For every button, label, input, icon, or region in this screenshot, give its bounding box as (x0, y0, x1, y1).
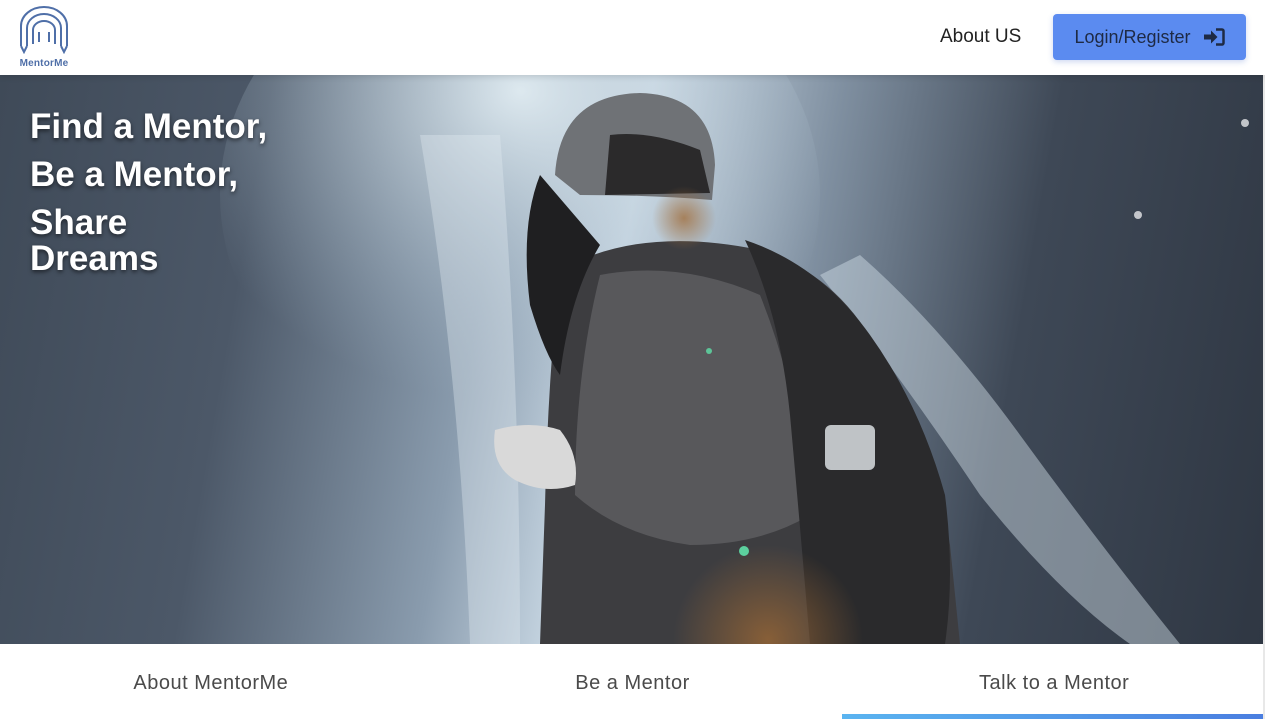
section-tabs: About MentorMe Be a Mentor Talk to a Men… (0, 644, 1265, 719)
tab-talk-to-a-mentor-label: Talk to a Mentor (979, 672, 1130, 694)
top-navbar: MentorMe About US Login/Register (0, 0, 1265, 75)
nav-about-us-link[interactable]: About US (940, 26, 1021, 48)
sign-in-icon (1203, 28, 1225, 46)
logo-text: MentorMe (19, 58, 69, 69)
hero-headline-line-4: Dreams (30, 239, 159, 278)
hero-headline-line-1: Find a Mentor, (30, 107, 268, 146)
tab-be-a-mentor-label: Be a Mentor (575, 672, 690, 694)
hero-headline-line-2: Be a Mentor, (30, 155, 239, 194)
tab-about-mentorme[interactable]: About MentorMe (0, 644, 422, 719)
mentorme-logo[interactable]: MentorMe (12, 4, 76, 72)
hero-headline: Find a Mentor, Be a Mentor, Share Dreams (30, 103, 267, 277)
hero-banner: Find a Mentor, Be a Mentor, Share Dreams (0, 75, 1265, 644)
tab-talk-to-a-mentor[interactable]: Talk to a Mentor (843, 644, 1265, 719)
tab-be-a-mentor[interactable]: Be a Mentor (422, 644, 844, 719)
login-register-button[interactable]: Login/Register (1053, 14, 1246, 60)
tab-about-mentorme-label: About MentorMe (133, 672, 289, 694)
arch-pencils-logo-icon (20, 6, 68, 54)
active-tab-indicator (842, 714, 1265, 719)
login-register-label: Login/Register (1074, 26, 1191, 47)
